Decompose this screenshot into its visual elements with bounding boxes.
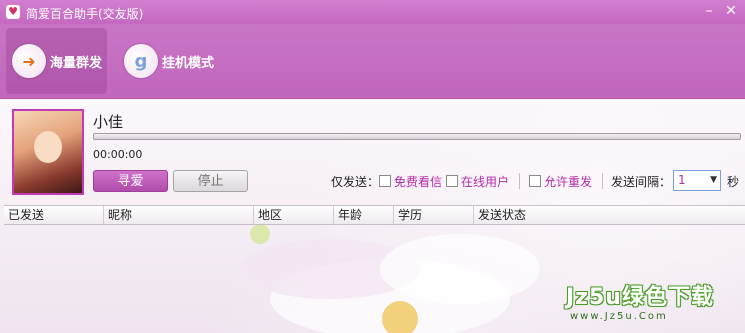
- heart-g-icon: g: [124, 44, 158, 78]
- column-header-nickname[interactable]: 昵称: [104, 206, 254, 224]
- interval-unit: 秒: [727, 175, 740, 189]
- heart-app-icon: ♥: [6, 5, 20, 19]
- find-love-button[interactable]: 寻爱: [93, 170, 168, 192]
- free-letter-checkbox[interactable]: [379, 175, 392, 187]
- free-letter-label[interactable]: 免费看信: [394, 173, 442, 190]
- watermark-sub: www.Jz5u.Com: [570, 311, 668, 322]
- avatar: [12, 109, 84, 195]
- allow-resend-label[interactable]: 允许重发: [544, 173, 592, 190]
- table-header: 已发送 昵称 地区 年龄 学历 发送状态: [4, 205, 745, 225]
- mass-send-label: 海量群发: [50, 55, 103, 71]
- main-panel: 小佳 00:00:00 寻爱 停止 仅发送： 免费看信 在线用户 允许重发 发送…: [0, 98, 745, 333]
- close-icon[interactable]: ✕: [722, 3, 740, 19]
- idle-mode-label: 挂机模式: [162, 55, 215, 71]
- online-users-checkbox[interactable]: [446, 175, 458, 187]
- idle-mode-button[interactable]: g 挂机模式: [118, 28, 228, 94]
- interval-group: 发送间隔：: [611, 172, 671, 190]
- interval-value: 1: [678, 173, 686, 187]
- elapsed-time: 00:00:00: [93, 148, 143, 161]
- allow-resend-checkbox[interactable]: [529, 175, 541, 187]
- stop-button[interactable]: 停止: [173, 170, 248, 192]
- title-bar: ♥ 简爱百合助手(交友版) – ✕: [0, 0, 745, 24]
- heart-send-icon: ➜: [12, 44, 46, 78]
- minimize-icon[interactable]: –: [700, 3, 718, 19]
- only-send-group: 仅发送： 免费看信: [331, 172, 442, 190]
- nickname: 小佳: [93, 113, 124, 131]
- watermark-main: Jz5u绿色下载: [566, 285, 714, 310]
- watermark-logo: Jz5u绿色下载 www.Jz5u.Com: [560, 277, 745, 325]
- progress-bar: [93, 133, 741, 140]
- window-title: 简爱百合助手(交友版): [26, 7, 144, 21]
- column-header-age[interactable]: 年龄: [334, 206, 394, 224]
- chevron-down-icon: ▼: [710, 175, 717, 185]
- interval-label: 发送间隔：: [611, 174, 672, 189]
- toolbar: ➜ 海量群发 g 挂机模式: [0, 24, 745, 98]
- online-users-group: 在线用户: [446, 172, 509, 190]
- online-users-label[interactable]: 在线用户: [461, 173, 509, 190]
- column-header-education[interactable]: 学历: [394, 206, 474, 224]
- column-header-region[interactable]: 地区: [254, 206, 334, 224]
- column-header-sent[interactable]: 已发送: [4, 206, 104, 224]
- divider: [602, 173, 603, 189]
- column-header-send-status[interactable]: 发送状态: [474, 206, 745, 224]
- interval-select[interactable]: 1 ▼: [673, 170, 721, 191]
- mass-send-button[interactable]: ➜ 海量群发: [6, 28, 107, 94]
- only-send-label: 仅发送：: [331, 174, 380, 189]
- divider: [519, 173, 520, 189]
- flower-background-image: [240, 224, 540, 333]
- allow-resend-group: 允许重发: [529, 172, 592, 190]
